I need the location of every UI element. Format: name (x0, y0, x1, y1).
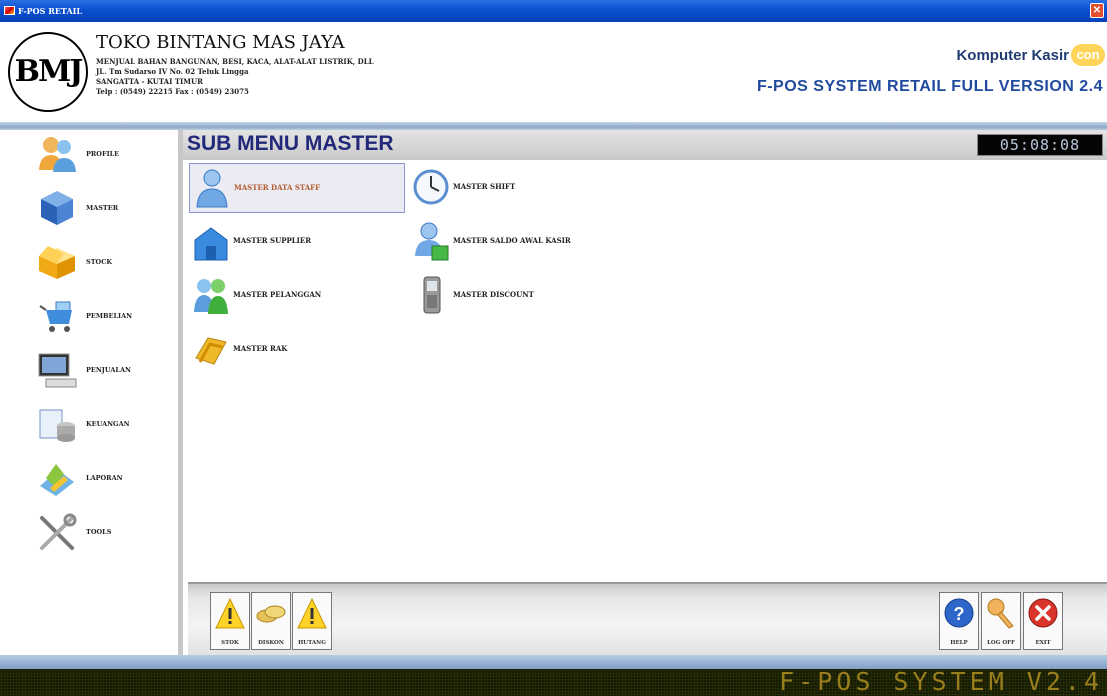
menu-master-pelanggan[interactable]: MASTER PELANGGAN (189, 271, 405, 321)
menu-master-saldo-awal-kasir[interactable]: MASTER SALDO AWAL KASIR (409, 217, 629, 267)
diskon-button[interactable]: DISKON (251, 592, 291, 650)
sidebar-item-tools[interactable]: TOOLS (36, 512, 176, 556)
sidebar-item-stock[interactable]: STOCK (36, 242, 176, 286)
menu-master-supplier[interactable]: MASTER SUPPLIER (189, 217, 405, 267)
staff-icon (196, 169, 228, 208)
sidebar: PROFILE MASTER STOCK PEMBELIAN PENJUALAN… (0, 130, 178, 655)
marquee-text: F-POS SYSTEM V2.4 (779, 667, 1103, 696)
users-icon (39, 137, 76, 172)
menu-master-data-staff[interactable]: MASTER DATA STAFF (189, 163, 405, 213)
cart-icon (39, 301, 72, 332)
brand-name: Komputer Kasir (956, 47, 1069, 64)
sidebar-item-laporan[interactable]: LAPORAN (36, 458, 176, 502)
help-button[interactable]: ? HELP (939, 592, 979, 650)
sidebar-item-label: TOOLS (86, 528, 112, 536)
log-off-button[interactable]: LOG OFF (981, 592, 1021, 650)
sidebar-item-label: PEMBELIAN (86, 312, 133, 320)
warning-icon (215, 597, 245, 629)
menu-item-label: MASTER SALDO AWAL KASIR (453, 236, 571, 245)
store-header: BMJ TOKO BINTANG MAS JAYA MENJUAL BAHAN … (0, 22, 1107, 122)
menu-item-label: MASTER SUPPLIER (233, 236, 312, 245)
stok-button[interactable]: STOK (210, 592, 250, 650)
supplier-icon (194, 227, 228, 261)
sidebar-item-label: LAPORAN (86, 474, 123, 482)
menu-item-label: MASTER SHIFT (453, 182, 516, 191)
menu-item-label: MASTER RAK (233, 344, 288, 353)
monitor-icon (38, 353, 77, 388)
finance-icon (39, 409, 75, 442)
coins-icon (256, 605, 286, 623)
tool-label: DISKON (258, 640, 284, 646)
clock-icon (413, 169, 449, 205)
menu-item-label: MASTER DATA STAFF (234, 183, 321, 192)
status-marquee: F-POS SYSTEM V2.4 (0, 667, 1107, 696)
app-icon (4, 6, 15, 15)
warning-icon (297, 597, 327, 629)
title-bar: F-POS RETAIL ✕ (0, 0, 1107, 22)
hutang-button[interactable]: HUTANG (292, 592, 332, 650)
store-address: JL. Tm Sudarso IV No. 02 Teluk Lingga (96, 67, 249, 76)
menu-master-rak[interactable]: MASTER RAK (189, 325, 405, 375)
menu-master-shift[interactable]: MASTER SHIFT (409, 163, 609, 213)
clock-display: 05:08:08 (977, 134, 1103, 156)
header-divider (0, 122, 1107, 130)
submenu-header: SUB MENU MASTER 05:08:08 (183, 130, 1107, 160)
tool-label: STOK (221, 640, 239, 646)
box-icon (39, 246, 75, 279)
exit-icon (1028, 598, 1058, 628)
sidebar-item-label: STOCK (86, 258, 113, 266)
rack-icon (195, 337, 227, 365)
sidebar-item-label: PENJUALAN (86, 366, 131, 374)
tool-label: EXIT (1035, 640, 1051, 646)
tool-label: HELP (950, 640, 968, 646)
exit-button[interactable]: EXIT (1023, 592, 1063, 650)
sidebar-item-label: MASTER (86, 204, 119, 212)
sidebar-item-label: PROFILE (86, 150, 120, 158)
window-title: F-POS RETAIL (18, 6, 83, 16)
cube-icon (41, 191, 73, 225)
product-version: F-POS SYSTEM RETAIL FULL VERSION 2.4 (756, 78, 1103, 95)
sidebar-item-keuangan[interactable]: KEUANGAN (36, 404, 176, 448)
help-icon: ? (944, 598, 974, 628)
store-name: TOKO BINTANG MAS JAYA (96, 32, 345, 53)
brand-coin-logo: con (1071, 44, 1105, 66)
menu-master-discount[interactable]: MASTER DISCOUNT (409, 271, 609, 321)
tool-label: HUTANG (298, 640, 326, 646)
menu-item-label: MASTER DISCOUNT (453, 290, 534, 299)
tool-label: LOG OFF (987, 640, 1015, 646)
window-close-button[interactable]: ✕ (1090, 3, 1104, 18)
store-tagline: MENJUAL BAHAN BANGUNAN, BESI, KACA, ALAT… (96, 57, 374, 66)
sidebar-item-master[interactable]: MASTER (36, 188, 176, 232)
svg-text:?: ? (954, 604, 965, 624)
sidebar-item-pembelian[interactable]: PEMBELIAN (36, 296, 176, 340)
customer-icon (194, 279, 228, 314)
store-phone: Telp : (0549) 22215 Fax : (0549) 23075 (96, 87, 249, 96)
key-icon (987, 598, 1014, 629)
menu-item-label: MASTER PELANGGAN (233, 290, 322, 299)
main-panel: SUB MENU MASTER 05:08:08 MASTER DATA STA… (178, 130, 1107, 655)
bottom-toolbar: STOK DISKON HUTANG ? HELP LOG OFF EXIT (188, 582, 1107, 655)
store-logo: BMJ (8, 32, 88, 112)
tools-icon (40, 513, 77, 550)
sidebar-item-penjualan[interactable]: PENJUALAN (36, 350, 176, 394)
sidebar-item-label: KEUANGAN (86, 420, 130, 428)
store-city: SANGATTA - KUTAI TIMUR (96, 77, 203, 86)
report-icon (40, 464, 74, 496)
sidebar-item-profile[interactable]: PROFILE (36, 134, 176, 178)
page-title: SUB MENU MASTER (187, 132, 394, 155)
phone-discount-icon (423, 276, 441, 314)
cashier-icon (415, 222, 449, 261)
